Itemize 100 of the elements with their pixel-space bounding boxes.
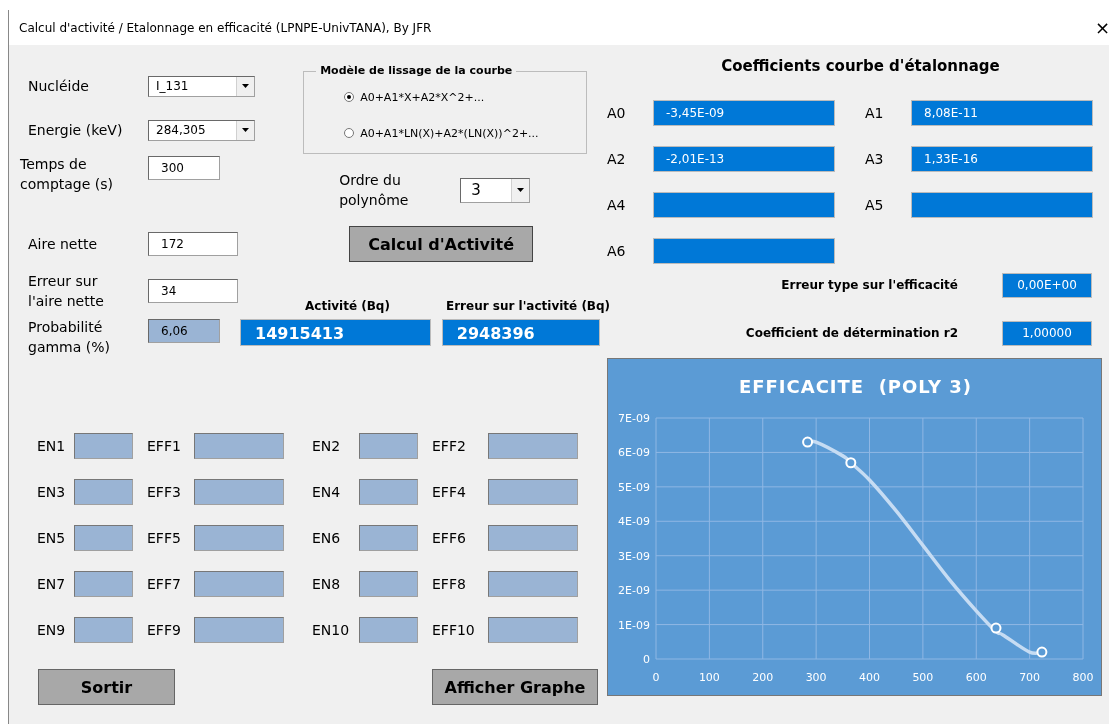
- input-field[interactable]: 300: [148, 156, 220, 180]
- radio-option[interactable]: A0+A1*X+A2*X^2+...: [344, 88, 587, 106]
- field-label: EFF4: [432, 484, 467, 500]
- field-label: EFF8: [432, 576, 467, 592]
- input-field[interactable]: [359, 433, 418, 459]
- field-label: EFF3: [147, 484, 182, 500]
- axis-tick-label: 5E-09: [618, 480, 650, 494]
- std-error-value: 0,00E+00: [1002, 272, 1092, 298]
- coefficient-value: -3,45E-09: [653, 100, 835, 126]
- coefficient-label: A4: [607, 197, 627, 213]
- field-label: Erreur type sur l'efficacité: [781, 278, 958, 292]
- form-button[interactable]: Afficher Graphe: [432, 669, 598, 705]
- axis-tick-label: 200: [752, 671, 774, 684]
- input-field[interactable]: [74, 433, 133, 459]
- data-point: [990, 622, 1002, 634]
- axis-tick-label: 0: [643, 653, 650, 666]
- field-label: Aire nette: [27, 235, 99, 254]
- dropdown-arrow-icon: [517, 188, 525, 192]
- coefficient-value: -2,01E-13: [653, 146, 835, 172]
- input-field[interactable]: [488, 525, 578, 551]
- input-field[interactable]: 172: [148, 232, 238, 256]
- energy-dropdown[interactable]: 284,305: [148, 119, 255, 141]
- field-label: EFF6: [432, 530, 467, 546]
- field-label: EN5: [37, 530, 67, 546]
- input-field[interactable]: [194, 479, 284, 505]
- input-field[interactable]: [359, 617, 418, 643]
- input-field[interactable]: [74, 571, 133, 597]
- window-title: Calcul d'activité / Etalonnage en efficacité (LPNPE-UnivTANA), By JFR: [19, 20, 432, 35]
- field-label: EN7: [37, 576, 67, 592]
- axis-tick-label: 500: [912, 671, 934, 684]
- field-label: EN8: [312, 576, 342, 592]
- data-point: [802, 436, 814, 448]
- input-field[interactable]: 6,06: [148, 319, 220, 343]
- field-label: Ordre du polynôme: [339, 171, 410, 210]
- field-label: Probabilité gamma (%): [27, 318, 111, 357]
- axis-tick-label: 400: [859, 671, 880, 684]
- field-label: EFF5: [147, 530, 182, 546]
- axis-tick-label: 0: [652, 671, 660, 684]
- field-label: EN2: [312, 438, 342, 454]
- input-field[interactable]: [488, 479, 578, 505]
- data-point: [1036, 646, 1048, 658]
- axis-tick-label: 300: [805, 671, 827, 684]
- field-label: EN1: [37, 438, 67, 454]
- close-button[interactable]: ×: [1095, 17, 1109, 38]
- column-heading: Erreur sur l'activité (Bq): [445, 299, 611, 313]
- field-label: EFF7: [147, 576, 182, 592]
- nuclide-dropdown[interactable]: I_131: [148, 75, 255, 97]
- field-label: Energie (keV): [27, 121, 124, 140]
- form-button[interactable]: Sortir: [38, 669, 175, 705]
- input-field[interactable]: [488, 617, 578, 643]
- input-field[interactable]: [194, 571, 284, 597]
- axis-tick-label: 2E-09: [618, 584, 650, 598]
- activity-value: 14915413: [240, 319, 431, 346]
- axis-tick-label: 700: [1019, 671, 1041, 684]
- section-title: Coefficients courbe d'étalonnage: [720, 57, 1001, 77]
- axis-tick-label: 4E-09: [618, 515, 650, 529]
- field-label: EN9: [37, 622, 67, 638]
- data-point: [845, 457, 857, 469]
- activity-error-value: 2948396: [441, 319, 600, 346]
- input-field[interactable]: [359, 571, 418, 597]
- coefficient-label: A6: [607, 243, 627, 259]
- order-dropdown[interactable]: 3: [460, 177, 531, 203]
- input-field[interactable]: [488, 433, 578, 459]
- coefficient-label: A3: [865, 151, 885, 167]
- group-title: Modèle de lissage de la courbe: [316, 64, 517, 77]
- dropdown-arrow-icon: [242, 84, 249, 88]
- dropdown-arrow-icon: [242, 128, 249, 132]
- field-label: EN3: [37, 484, 67, 500]
- chart-title: EFFICACITE (POLY 3): [738, 376, 973, 397]
- input-field[interactable]: [74, 479, 133, 505]
- field-label: Temps de comptage (s): [20, 155, 115, 194]
- coefficient-label: A5: [865, 197, 885, 213]
- field-label: Erreur sur l'aire nette: [27, 272, 105, 311]
- axis-tick-label: 7E-09: [618, 412, 650, 425]
- axis-tick-label: 6E-09: [618, 446, 650, 460]
- field-label: EFF2: [432, 438, 467, 454]
- field-label: EFF9: [147, 622, 182, 638]
- input-field[interactable]: [194, 525, 284, 551]
- calculate-button[interactable]: Calcul d'Activité: [349, 226, 534, 262]
- axis-tick-label: 100: [698, 671, 720, 684]
- field-label: EFF10: [432, 622, 476, 638]
- input-field[interactable]: [194, 617, 284, 643]
- input-field[interactable]: [74, 525, 133, 551]
- input-field[interactable]: [74, 617, 133, 643]
- r2-value: 1,00000: [1002, 320, 1092, 346]
- column-heading: Activité (Bq): [305, 299, 390, 313]
- field-label: Nucléide: [27, 77, 90, 96]
- input-field[interactable]: [194, 433, 284, 459]
- coefficient-label: A1: [865, 105, 885, 121]
- field-label: EN4: [312, 484, 342, 500]
- input-field[interactable]: [488, 571, 578, 597]
- axis-tick-label: 600: [965, 671, 987, 684]
- input-field[interactable]: [359, 479, 418, 505]
- coefficient-label: A0: [607, 105, 627, 121]
- input-field[interactable]: 34: [148, 279, 238, 303]
- input-field[interactable]: [359, 525, 418, 551]
- coefficient-value: 8,08E-11: [911, 100, 1093, 126]
- coefficient-value: 1,33E-16: [911, 146, 1093, 172]
- axis-tick-label: 1E-09: [618, 618, 650, 632]
- radio-option[interactable]: A0+A1*LN(X)+A2*(LN(X))^2+...: [344, 124, 587, 142]
